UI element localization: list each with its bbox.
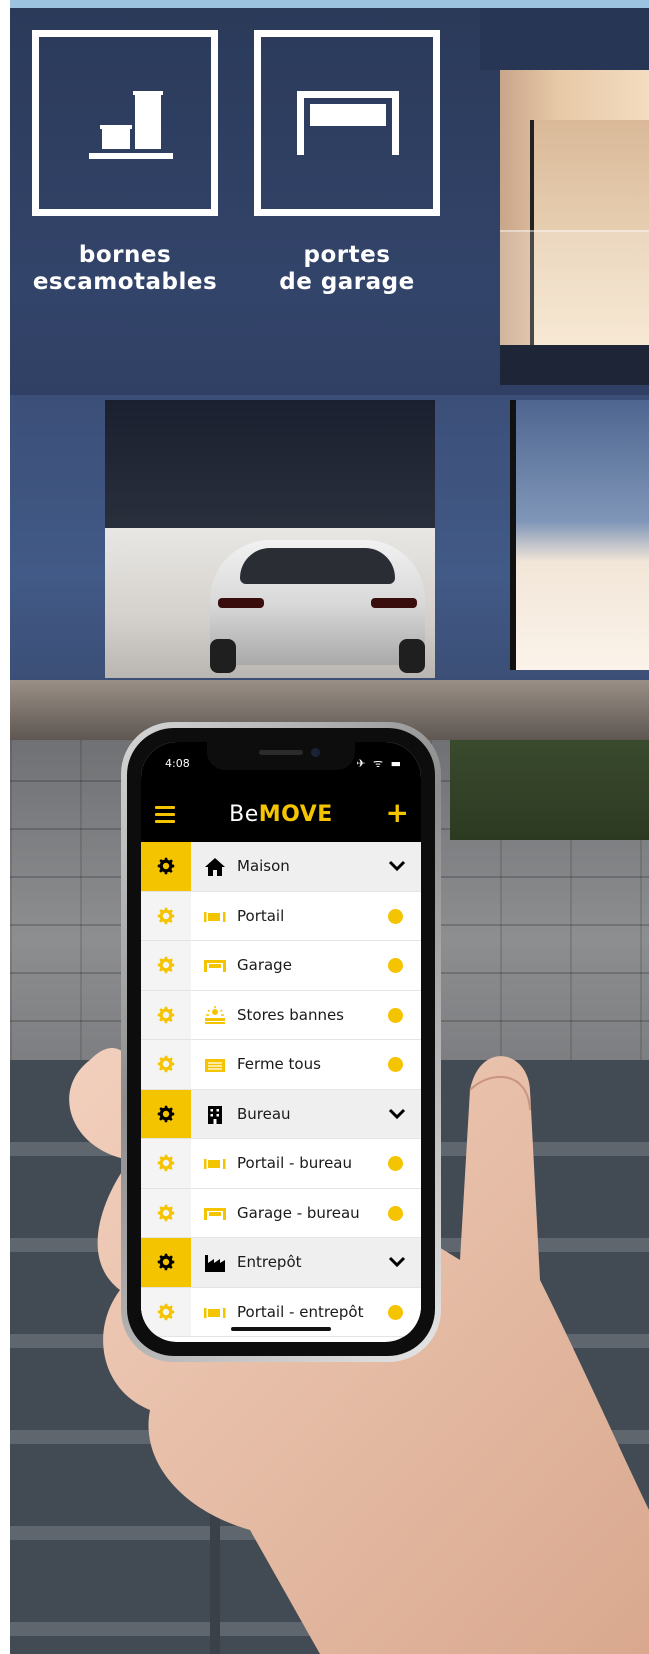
gate-icon (204, 1159, 226, 1169)
settings-gear-icon[interactable] (141, 1287, 191, 1336)
phone-bezel: 4:08 ✈ ᯤ ▬ BeMOVE + Maison Portail Garag… (127, 728, 435, 1356)
device-status-dot[interactable] (388, 1057, 403, 1072)
glass-balustrade (500, 230, 649, 350)
car-rear-window (240, 548, 395, 584)
device-status-dot[interactable] (388, 1205, 403, 1221)
car-taillight-left (218, 598, 264, 608)
close-all-icon (205, 1059, 225, 1072)
device-row-garage[interactable]: Garage (141, 941, 421, 991)
device-status-dot[interactable] (388, 1156, 403, 1171)
gate-icon (204, 911, 226, 922)
device-status-dot[interactable] (388, 1007, 403, 1023)
group-row-maison[interactable]: Maison (141, 842, 421, 892)
category-label-portes-line2: de garage (279, 269, 415, 295)
settings-gear-icon[interactable] (141, 1040, 191, 1089)
settings-gear-icon[interactable] (141, 941, 191, 990)
device-status-dot[interactable] (388, 1304, 403, 1320)
app-bar: BeMOVE + (141, 786, 421, 842)
garage-icon (204, 1207, 226, 1220)
device-row-portail[interactable]: Portail (141, 891, 421, 941)
settings-gear-icon[interactable] (141, 1089, 191, 1138)
phone-notch (207, 742, 355, 770)
device-list: Maison Portail Garage Stores bannes Ferm… (141, 842, 421, 1337)
lower-floor-window (510, 400, 649, 670)
group-label: Entrepôt (237, 1253, 302, 1271)
category-label-bornes-line1: bornes (78, 242, 172, 268)
upper-floor-window (500, 70, 649, 350)
device-label: Garage - bureau (237, 1203, 360, 1222)
device-status-dot[interactable] (388, 958, 403, 973)
settings-gear-icon[interactable] (141, 1139, 191, 1188)
category-tile-bornes[interactable] (32, 30, 218, 216)
status-time: 4:08 (165, 757, 190, 770)
group-row-bureau[interactable]: Bureau (141, 1089, 421, 1139)
garage-door-panel (105, 400, 435, 530)
device-label: Ferme tous (237, 1055, 321, 1073)
balcony-slab (500, 345, 649, 385)
chevron-down-icon[interactable] (387, 858, 407, 874)
brand-suffix: MOVE (258, 802, 333, 827)
settings-gear-icon[interactable] (141, 990, 191, 1039)
awning-icon (205, 1005, 225, 1024)
category-label-bornes: bornes escamotables (10, 242, 240, 296)
chevron-down-icon[interactable] (387, 1254, 407, 1270)
device-label: Portail - bureau (237, 1154, 353, 1172)
category-tile-portes[interactable] (254, 30, 440, 216)
chevron-down-icon[interactable] (387, 1106, 407, 1122)
category-label-portes-line1: portes (303, 242, 391, 268)
garage-door-icon (297, 91, 399, 155)
device-row-ferme-tous[interactable]: Ferme tous (141, 1040, 421, 1090)
phone-screen: 4:08 ✈ ᯤ ▬ BeMOVE + Maison Portail Garag… (141, 742, 421, 1342)
settings-gear-icon[interactable] (141, 842, 191, 891)
roof-overhang (480, 8, 649, 70)
lawn (450, 740, 649, 840)
device-status-dot[interactable] (388, 908, 403, 924)
car-wheel-right (399, 639, 425, 673)
category-label-portes: portes de garage (232, 242, 462, 296)
status-icons: ✈ ᯤ ▬ (356, 757, 403, 770)
factory-icon (205, 1255, 225, 1272)
house-icon (205, 858, 225, 876)
device-row-stores-bannes[interactable]: Stores bannes (141, 990, 421, 1040)
brand-prefix: Be (229, 802, 259, 827)
car-wheel-left (210, 639, 236, 673)
category-label-bornes-line2: escamotables (32, 269, 218, 295)
bollards-icon (89, 91, 173, 159)
garage-icon (204, 960, 226, 972)
settings-gear-icon[interactable] (141, 891, 191, 940)
device-row-portail-bureau[interactable]: Portail - bureau (141, 1139, 421, 1189)
device-label: Stores bannes (237, 1005, 344, 1024)
device-label: Garage (237, 956, 292, 974)
settings-gear-icon[interactable] (141, 1238, 191, 1287)
plus-icon[interactable]: + (386, 798, 409, 828)
smartphone: 4:08 ✈ ᯤ ▬ BeMOVE + Maison Portail Garag… (121, 722, 441, 1362)
front-camera (311, 748, 320, 757)
group-row-entrepot[interactable]: Entrepôt (141, 1238, 421, 1288)
office-building-icon (208, 1105, 222, 1124)
device-label: Portail (237, 906, 285, 925)
device-label: Portail - entrepôt (237, 1302, 364, 1321)
app-logo: BeMOVE (141, 802, 421, 827)
car (210, 540, 425, 673)
car-taillight-right (371, 598, 417, 608)
group-label: Bureau (237, 1104, 291, 1123)
gate-icon (204, 1307, 226, 1318)
device-row-garage-bureau[interactable]: Garage - bureau (141, 1188, 421, 1238)
group-label: Maison (237, 857, 290, 875)
earpiece-speaker (259, 750, 303, 755)
settings-gear-icon[interactable] (141, 1188, 191, 1237)
home-indicator[interactable] (231, 1327, 331, 1331)
